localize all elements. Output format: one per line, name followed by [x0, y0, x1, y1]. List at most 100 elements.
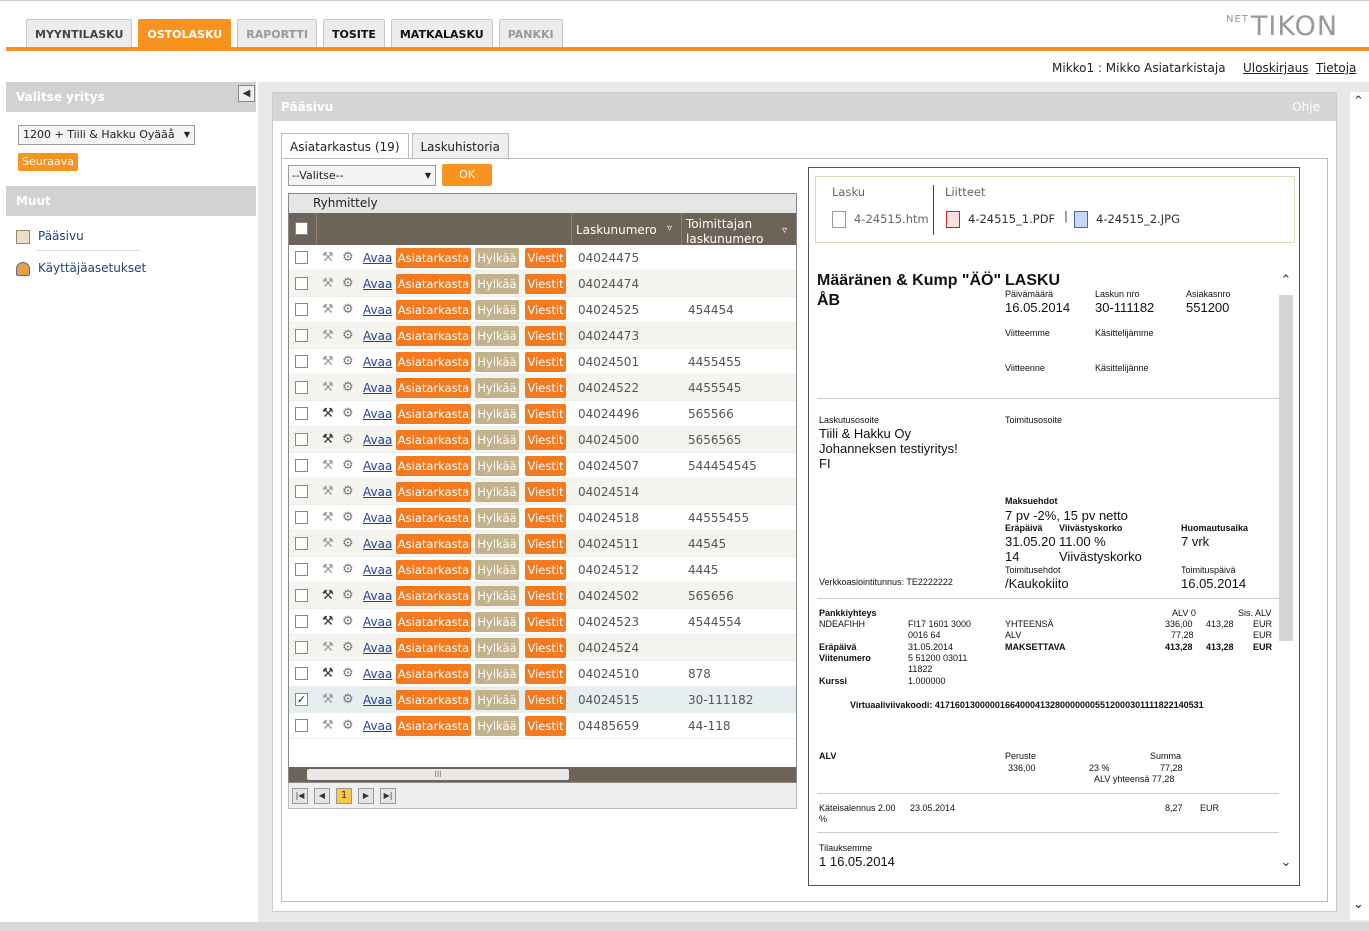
open-link[interactable]: Avaa — [363, 719, 392, 733]
reject-button[interactable]: Hylkää — [475, 404, 519, 424]
reject-button[interactable]: Hylkää — [475, 612, 519, 632]
table-row[interactable]: ⚒ ⚙ Avaa Asiatarkasta Hylkää Viestit 04024525 4… — [289, 297, 796, 323]
gear-icon[interactable]: ⚙ — [342, 276, 354, 291]
tab-raportti[interactable]: RAPORTTI — [237, 19, 317, 49]
sidebar-item-user-settings[interactable]: Käyttäjäasetukset — [16, 259, 146, 277]
messages-button[interactable]: Viestit — [525, 482, 566, 502]
check-button[interactable]: Asiatarkasta — [396, 274, 471, 294]
reject-button[interactable]: Hylkää — [475, 430, 519, 450]
table-row[interactable]: ⚒ ⚙ Avaa Asiatarkasta Hylkää Viestit 04024512 4… — [289, 557, 796, 583]
gear-icon[interactable]: ⚙ — [342, 302, 354, 317]
check-button[interactable]: Asiatarkasta — [396, 378, 471, 398]
first-page-icon[interactable]: |◀ — [292, 788, 308, 804]
row-checkbox[interactable] — [295, 537, 308, 550]
reject-button[interactable]: Hylkää — [475, 716, 519, 736]
hammer-icon[interactable]: ⚒ — [322, 302, 334, 317]
gear-icon[interactable]: ⚙ — [342, 380, 354, 395]
row-checkbox[interactable] — [295, 641, 308, 654]
messages-button[interactable]: Viestit — [525, 404, 566, 424]
messages-button[interactable]: Viestit — [525, 664, 566, 684]
gear-icon[interactable]: ⚙ — [342, 666, 354, 681]
row-checkbox[interactable] — [295, 277, 308, 290]
messages-button[interactable]: Viestit — [525, 508, 566, 528]
chevron-down-icon[interactable]: ⌄ — [1279, 855, 1293, 870]
messages-button[interactable]: Viestit — [525, 534, 566, 554]
open-link[interactable]: Avaa — [363, 563, 392, 577]
hammer-icon[interactable]: ⚒ — [322, 458, 334, 473]
messages-button[interactable]: Viestit — [525, 274, 566, 294]
gear-icon[interactable]: ⚙ — [342, 250, 354, 265]
row-checkbox[interactable] — [295, 251, 308, 264]
table-row[interactable]: ⚒ ⚙ Avaa Asiatarkasta Hylkää Viestit 04024473 — [289, 323, 796, 349]
reject-button[interactable]: Hylkää — [475, 508, 519, 528]
logout-link[interactable]: Uloskirjaus — [1243, 61, 1308, 75]
tab-pankki[interactable]: PANKKI — [498, 19, 563, 49]
open-link[interactable]: Avaa — [363, 615, 392, 629]
table-row[interactable]: ⚒ ⚙ Avaa Asiatarkasta Hylkää Viestit 04024474 — [289, 271, 796, 297]
messages-button[interactable]: Viestit — [525, 586, 566, 606]
column-header-supplier-invoice[interactable]: Toimittajan laskunumero ▿ — [682, 213, 796, 246]
check-button[interactable]: Asiatarkasta — [396, 508, 471, 528]
reject-button[interactable]: Hylkää — [475, 274, 519, 294]
tab-ostolasku[interactable]: OSTOLASKU — [138, 19, 232, 49]
open-link[interactable]: Avaa — [363, 693, 392, 707]
last-page-icon[interactable]: ▶| — [380, 788, 396, 804]
reject-button[interactable]: Hylkää — [475, 378, 519, 398]
gear-icon[interactable]: ⚙ — [342, 614, 354, 629]
tab-laskuhistoria[interactable]: Laskuhistoria — [411, 133, 509, 159]
tab-asiatarkastus[interactable]: Asiatarkastus (19) — [281, 133, 409, 160]
hammer-icon[interactable]: ⚒ — [322, 484, 334, 499]
reject-button[interactable]: Hylkää — [475, 560, 519, 580]
chevron-down-icon[interactable]: ⌄ — [1353, 897, 1364, 912]
row-checkbox[interactable] — [295, 563, 308, 576]
open-link[interactable]: Avaa — [363, 589, 392, 603]
hammer-icon[interactable]: ⚒ — [322, 640, 334, 655]
open-link[interactable]: Avaa — [363, 329, 392, 343]
hammer-icon[interactable]: ⚒ — [322, 562, 334, 577]
reject-button[interactable]: Hylkää — [475, 534, 519, 554]
gear-icon[interactable]: ⚙ — [342, 718, 354, 733]
gear-icon[interactable]: ⚙ — [342, 536, 354, 551]
sidebar-item-home[interactable]: Pääsivu — [16, 227, 84, 245]
hammer-icon[interactable]: ⚒ — [322, 666, 334, 681]
row-checkbox[interactable] — [295, 355, 308, 368]
action-select[interactable]: --Valitse-- ▼ — [288, 165, 436, 186]
gear-icon[interactable]: ⚙ — [342, 640, 354, 655]
check-button[interactable]: Asiatarkasta — [396, 664, 471, 684]
ok-button[interactable]: OK — [442, 164, 492, 186]
table-row[interactable]: ⚒ ⚙ Avaa Asiatarkasta Hylkää Viestit 04024518 4… — [289, 505, 796, 531]
messages-button[interactable]: Viestit — [525, 378, 566, 398]
scrollbar-thumb[interactable] — [1279, 295, 1293, 641]
collapse-sidebar-button[interactable]: ◀ — [238, 85, 255, 102]
open-link[interactable]: Avaa — [363, 407, 392, 421]
messages-button[interactable]: Viestit — [525, 456, 566, 476]
row-checkbox[interactable]: ✓ — [295, 693, 308, 706]
table-row[interactable]: ⚒ ⚙ Avaa Asiatarkasta Hylkää Viestit 04024500 5… — [289, 427, 796, 453]
page-scrollbar[interactable]: ⌃ ⌄ — [1350, 92, 1369, 920]
hammer-icon[interactable]: ⚒ — [322, 432, 334, 447]
check-button[interactable]: Asiatarkasta — [396, 638, 471, 658]
select-all-checkbox[interactable] — [295, 222, 308, 235]
invoice-file-link[interactable]: 4-24515.htm — [832, 211, 929, 228]
hammer-icon[interactable]: ⚒ — [322, 614, 334, 629]
reject-button[interactable]: Hylkää — [475, 586, 519, 606]
table-row[interactable]: ⚒ ⚙ Avaa Asiatarkasta Hylkää Viestit 04024502 5… — [289, 583, 796, 609]
row-checkbox[interactable] — [295, 459, 308, 472]
row-checkbox[interactable] — [295, 589, 308, 602]
messages-button[interactable]: Viestit — [525, 612, 566, 632]
hammer-icon[interactable]: ⚒ — [322, 510, 334, 525]
gear-icon[interactable]: ⚙ — [342, 510, 354, 525]
reject-button[interactable]: Hylkää — [475, 300, 519, 320]
grouping-bar[interactable]: Ryhmittely — [289, 194, 796, 213]
reject-button[interactable]: Hylkää — [475, 690, 519, 710]
reject-button[interactable]: Hylkää — [475, 638, 519, 658]
gear-icon[interactable]: ⚙ — [342, 406, 354, 421]
open-link[interactable]: Avaa — [363, 459, 392, 473]
open-link[interactable]: Avaa — [363, 511, 392, 525]
attachment-pdf-link[interactable]: 4-24515_1.PDF — [946, 211, 1055, 228]
hammer-icon[interactable]: ⚒ — [322, 588, 334, 603]
messages-button[interactable]: Viestit — [525, 326, 566, 346]
row-checkbox[interactable] — [295, 667, 308, 680]
hammer-icon[interactable]: ⚒ — [322, 354, 334, 369]
chevron-up-icon[interactable]: ⌃ — [1279, 273, 1293, 288]
